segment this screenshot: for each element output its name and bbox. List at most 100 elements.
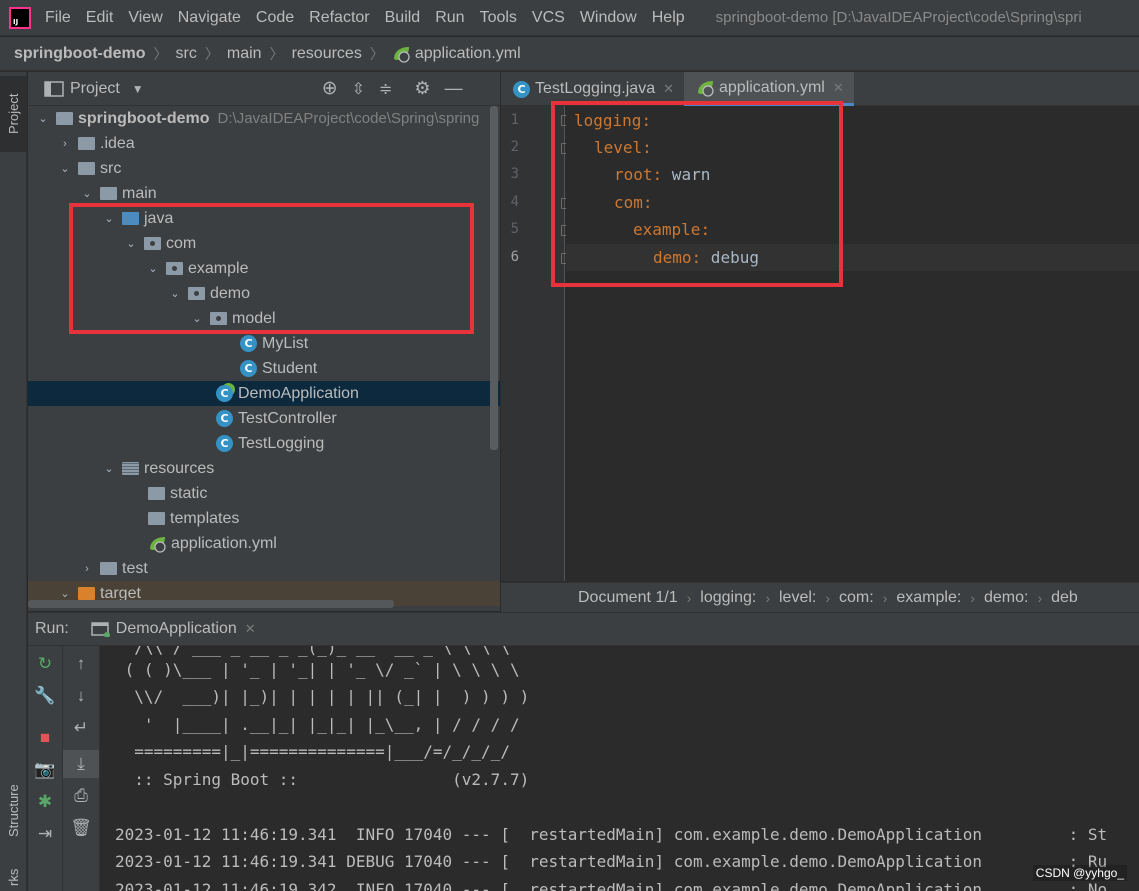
tree-item-testcontroller[interactable]: C TestController <box>28 406 488 431</box>
chevron-down-icon[interactable]: ⌄ <box>36 112 50 126</box>
tree-item-student[interactable]: C Student <box>28 356 488 381</box>
tree-item-label: com <box>166 234 197 252</box>
menu-tools[interactable]: Tools <box>480 9 517 27</box>
tree-item-static[interactable]: static <box>28 481 488 506</box>
breadcrumb-main[interactable]: main <box>227 45 262 63</box>
camera-icon[interactable]: 📷 <box>28 760 62 780</box>
chevron-down-icon[interactable]: ⌄ <box>80 187 94 201</box>
java-class-icon: C <box>216 435 233 452</box>
intellij-logo-icon[interactable]: IJ <box>9 6 31 29</box>
breadcrumb-file[interactable]: application.yml <box>415 45 521 63</box>
tool-tab-bookmarks[interactable]: rks <box>0 864 27 891</box>
menu-help[interactable]: Help <box>652 9 685 27</box>
menu-build[interactable]: Build <box>385 9 421 27</box>
yaml-value: debug <box>701 248 759 267</box>
expand-all-icon[interactable]: ⇳ <box>352 79 365 99</box>
soft-wrap-icon[interactable]: ↵ <box>63 718 99 738</box>
tab-testlogging-java[interactable]: C TestLogging.java ✕ <box>501 72 684 106</box>
yaml-colon: : <box>642 193 653 212</box>
code-editor[interactable]: logging: level: root: warn com: example:… <box>566 106 1139 581</box>
chevron-down-icon[interactable]: ⌄ <box>58 587 72 601</box>
arrow-up-icon[interactable]: ↑ <box>63 654 99 674</box>
tree-item-testlogging[interactable]: C TestLogging <box>28 431 488 456</box>
trash-icon[interactable]: 🗑 <box>63 818 99 838</box>
chevron-right-icon[interactable]: › <box>58 137 72 151</box>
chevron-down-icon[interactable]: ⌄ <box>102 462 116 476</box>
chevron-down-icon[interactable]: ⌄ <box>102 212 116 226</box>
project-tree-scrollbar[interactable] <box>490 106 498 450</box>
console-output[interactable]: /\\ / ___'_ __ _ _(_)_ __ __ _ \ \ \ \ (… <box>101 646 1139 891</box>
menu-file[interactable]: File <box>45 9 71 27</box>
tree-item-demoapplication[interactable]: C DemoApplication <box>28 381 500 406</box>
close-icon[interactable]: ✕ <box>833 80 844 96</box>
tree-item-demo[interactable]: ⌄ demo <box>28 281 488 306</box>
tree-item-mylist[interactable]: C MyList <box>28 331 488 356</box>
yaml-crumb[interactable]: demo: <box>984 589 1028 607</box>
package-icon <box>144 237 161 250</box>
breadcrumb-project[interactable]: springboot-demo <box>14 45 146 63</box>
debug-bug-icon[interactable]: ✱ <box>28 792 62 812</box>
tree-item-label: demo <box>210 284 251 302</box>
menu-vcs[interactable]: VCS <box>532 9 565 27</box>
gear-icon[interactable]: ⚙ <box>414 78 430 99</box>
package-icon <box>210 312 227 325</box>
run-tab-label[interactable]: DemoApplication <box>116 620 237 638</box>
tree-item-springboot-demo[interactable]: ⌄ springboot-demo D:\JavaIDEAProject\cod… <box>28 106 488 131</box>
chevron-down-icon[interactable]: ⌄ <box>124 237 138 251</box>
yaml-path-breadcrumb: Document 1/1 › logging: › level: › com: … <box>501 582 1139 612</box>
exit-icon[interactable]: ⇥ <box>28 824 62 844</box>
tree-item-example[interactable]: ⌄ example <box>28 256 488 281</box>
collapse-all-icon[interactable]: ≑ <box>379 79 392 99</box>
print-icon[interactable]: ⎙ <box>63 786 99 806</box>
menu-edit[interactable]: Edit <box>86 9 114 27</box>
tree-item-src[interactable]: ⌄ src <box>28 156 488 181</box>
menu-bar: IJ File Edit View Navigate Code Refactor… <box>0 0 1139 36</box>
tree-item-java[interactable]: ⌄ java <box>28 206 488 231</box>
chevron-down-icon[interactable]: ⌄ <box>190 312 204 326</box>
yaml-crumb[interactable]: deb <box>1051 589 1078 607</box>
tree-item-model[interactable]: ⌄ model <box>28 306 488 331</box>
chevron-right-icon[interactable]: › <box>80 562 94 576</box>
tree-item-templates[interactable]: templates <box>28 506 488 531</box>
close-icon[interactable]: ✕ <box>245 621 256 637</box>
yaml-key: demo <box>653 248 692 267</box>
menu-navigate[interactable]: Navigate <box>178 9 241 27</box>
stop-icon[interactable]: ■ <box>28 728 62 748</box>
tree-item-idea[interactable]: › .idea <box>28 131 488 156</box>
project-panel-title[interactable]: Project <box>70 80 120 98</box>
wrench-icon[interactable]: 🔧 <box>28 686 62 706</box>
chevron-down-icon[interactable]: ⌄ <box>146 262 160 276</box>
rerun-icon[interactable]: ↻ <box>28 654 62 674</box>
breadcrumb-src[interactable]: src <box>176 45 197 63</box>
menu-run[interactable]: Run <box>435 9 464 27</box>
tree-item-test[interactable]: › test <box>28 556 488 581</box>
yaml-crumb[interactable]: level: <box>779 589 816 607</box>
menu-window[interactable]: Window <box>580 9 637 27</box>
yaml-crumb[interactable]: com: <box>839 589 874 607</box>
tool-tab-structure[interactable]: Structure <box>0 756 27 866</box>
tool-tab-project[interactable]: Project <box>0 76 27 152</box>
tree-item-application-yml[interactable]: application.yml <box>28 531 488 556</box>
yaml-colon: : <box>700 220 711 239</box>
tab-application-yml[interactable]: application.yml ✕ <box>684 72 854 106</box>
chevron-down-icon[interactable]: ⌄ <box>168 287 182 301</box>
breadcrumb-resources[interactable]: resources <box>292 45 362 63</box>
yaml-crumb[interactable]: logging: <box>700 589 756 607</box>
menu-code[interactable]: Code <box>256 9 294 27</box>
menu-view[interactable]: View <box>128 9 162 27</box>
menu-refactor[interactable]: Refactor <box>309 9 369 27</box>
project-tree-hscrollbar[interactable] <box>28 600 394 608</box>
close-icon[interactable]: ✕ <box>663 81 674 97</box>
yaml-crumb[interactable]: example: <box>896 589 961 607</box>
tree-item-main[interactable]: ⌄ main <box>28 181 488 206</box>
document-indicator[interactable]: Document 1/1 <box>578 589 678 607</box>
scroll-to-end-icon[interactable]: ⤓ <box>63 750 99 778</box>
minimize-icon[interactable]: — <box>445 78 463 99</box>
chevron-down-icon[interactable]: ⌄ <box>58 162 72 176</box>
chevron-down-icon[interactable]: ▼ <box>132 82 144 96</box>
arrow-down-icon[interactable]: ↓ <box>63 686 99 706</box>
tree-item-resources[interactable]: ⌄ resources <box>28 456 488 481</box>
tree-item-com[interactable]: ⌄ com <box>28 231 488 256</box>
chevron-right-icon: 〉 <box>369 45 384 62</box>
locate-icon[interactable]: ⊕ <box>322 77 338 100</box>
